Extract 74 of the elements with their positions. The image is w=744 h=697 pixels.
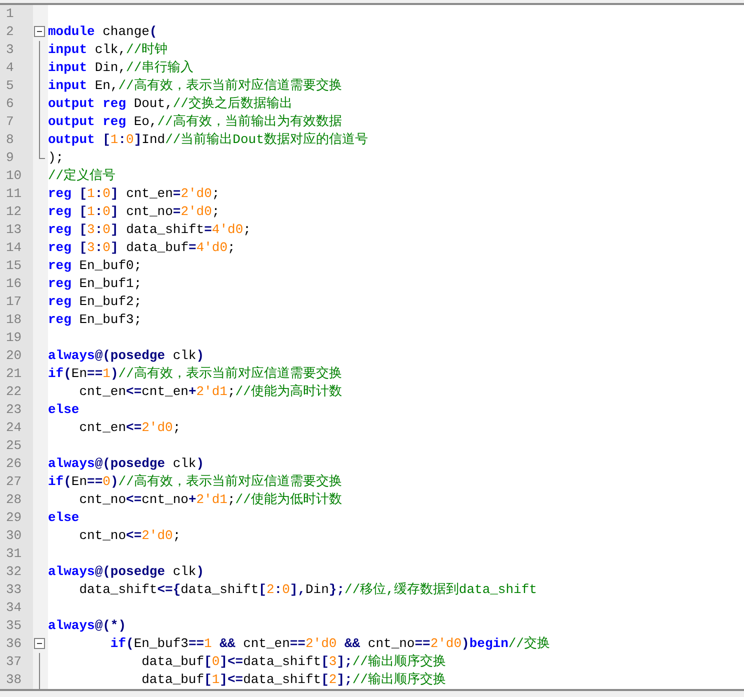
code-line: output [1:0]Ind//当前输出Dout数据对应的信道号 xyxy=(48,132,368,147)
line-number: 24 xyxy=(6,420,22,435)
code-line: input clk,//时钟 xyxy=(48,42,168,57)
code-line: reg En_buf3; xyxy=(48,312,142,327)
line-number: 37 xyxy=(6,654,22,669)
code-line: reg En_buf2; xyxy=(48,294,142,309)
code-line: cnt_no<=cnt_no+2'd1;//使能为低时计数 xyxy=(78,492,342,507)
line-number: 18 xyxy=(6,312,22,327)
line-number: 19 xyxy=(6,330,22,345)
code-line: cnt_no<=2'd0; xyxy=(78,528,181,543)
line-number: 38 xyxy=(6,672,22,687)
code-line: else xyxy=(48,510,80,525)
code-line: ); xyxy=(48,150,64,165)
line-number: 15 xyxy=(6,258,22,273)
code-line: reg [3:0] data_buf=4'd0; xyxy=(48,240,236,255)
code-line: reg [1:0] cnt_no=2'd0; xyxy=(48,204,220,219)
code-line: output reg Eo,//高有效，当前输出为有效数据 xyxy=(48,114,342,129)
line-number: 32 xyxy=(6,564,22,579)
line-number: 36 xyxy=(6,636,22,651)
code-line: reg [1:0] cnt_en=2'd0; xyxy=(48,186,220,201)
line-number: 13 xyxy=(6,222,22,237)
code-line: always@(*) xyxy=(48,618,126,633)
code-line: output reg Dout,//交换之后数据输出 xyxy=(48,96,292,111)
line-number: 12 xyxy=(6,204,22,219)
line-number: 34 xyxy=(6,600,22,615)
line-number: 10 xyxy=(6,168,22,183)
line-number: 5 xyxy=(6,78,14,93)
code-line: always@(posedge clk) xyxy=(48,564,204,579)
code-line: reg En_buf1; xyxy=(48,276,142,291)
code-line: if(En==0)//高有效，表示当前对应信道需要交换 xyxy=(48,474,342,489)
line-number: 8 xyxy=(6,132,14,147)
fold-collapse-icon[interactable] xyxy=(34,26,45,37)
code-line: if(En_buf3==1 && cnt_en==2'd0 && cnt_no==2'd0)begin//交换 xyxy=(109,636,550,651)
code-line: data_shift<={data_shift[2:0],Din};//移位,缓存数据到data_shift xyxy=(78,582,537,597)
fold-end-line xyxy=(39,149,45,159)
line-number: 23 xyxy=(6,402,22,417)
code-line: cnt_en<=2'd0; xyxy=(78,420,181,435)
line-number: 22 xyxy=(6,384,22,399)
code-line: cnt_en<=cnt_en+2'd1;//使能为高时计数 xyxy=(78,384,342,399)
code-line: input Din,//串行输入 xyxy=(48,60,194,75)
code-line: //定义信号 xyxy=(48,168,116,183)
line-number: 21 xyxy=(6,366,22,381)
line-number: 29 xyxy=(6,510,22,525)
line-number: 33 xyxy=(6,582,22,597)
line-number: 11 xyxy=(6,186,22,201)
line-number: 31 xyxy=(6,546,22,561)
code-line: always@(posedge clk) xyxy=(48,456,204,471)
line-number: 7 xyxy=(6,114,14,129)
line-number: 6 xyxy=(6,96,14,111)
code-line: reg En_buf0; xyxy=(48,258,142,273)
line-number: 3 xyxy=(6,42,14,57)
line-number: 35 xyxy=(6,618,22,633)
line-number: 14 xyxy=(6,240,22,255)
line-number: 20 xyxy=(6,348,22,363)
code-line: data_buf[1]<=data_shift[2];//输出顺序交换 xyxy=(140,672,446,687)
code-line: input En,//高有效，表示当前对应信道需要交换 xyxy=(48,78,342,93)
code-line: if(En==1)//高有效，表示当前对应信道需要交换 xyxy=(48,366,342,381)
code-line: else xyxy=(48,402,80,417)
line-number: 1 xyxy=(6,6,14,21)
line-number: 28 xyxy=(6,492,22,507)
line-number: 16 xyxy=(6,276,22,291)
code-line: data_buf[0]<=data_shift[3];//输出顺序交换 xyxy=(140,654,446,669)
line-number: 4 xyxy=(6,60,14,75)
line-number: 26 xyxy=(6,456,22,471)
line-number: 9 xyxy=(6,150,14,165)
line-number: 30 xyxy=(6,528,22,543)
fold-collapse-icon[interactable] xyxy=(34,638,45,649)
code-line: reg [3:0] data_shift=4'd0; xyxy=(48,222,251,237)
line-number: 17 xyxy=(6,294,22,309)
line-number: 27 xyxy=(6,474,22,489)
code-line: module change( xyxy=(48,24,158,39)
line-number: 2 xyxy=(6,24,14,39)
code-line: always@(posedge clk) xyxy=(48,348,204,363)
line-number: 25 xyxy=(6,438,22,453)
